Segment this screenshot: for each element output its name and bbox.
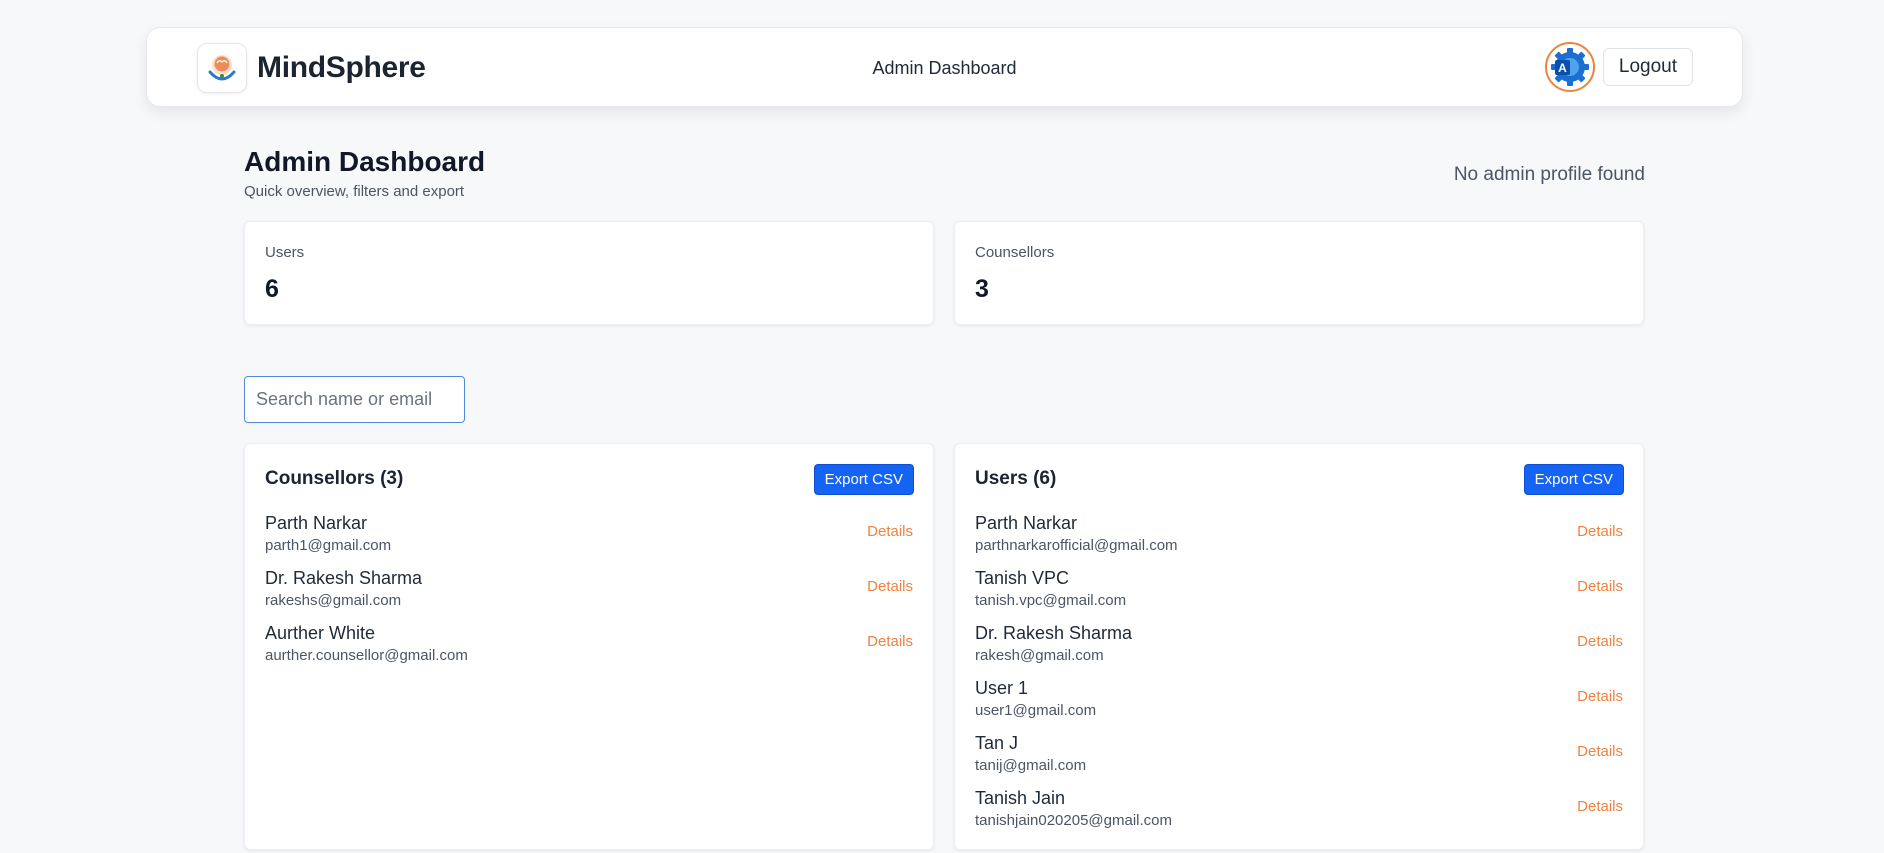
export-users-csv-button[interactable]: Export CSV — [1523, 464, 1624, 495]
details-link[interactable]: Details — [1577, 688, 1623, 705]
user-name: Tanish VPC — [975, 568, 1070, 588]
details-link[interactable]: Details — [867, 523, 913, 540]
user-name: User 1 — [975, 678, 1029, 698]
list-item: Tanish Jain tanishjain020205@gmail.com D… — [975, 788, 1623, 843]
page-title: Admin Dashboard — [244, 146, 486, 177]
navbar-actions: A Logout — [1544, 42, 1693, 92]
counsellor-name: Parth Narkar — [265, 513, 368, 533]
users-stat-label: Users — [265, 244, 305, 261]
user-email: tanish.vpc@gmail.com — [975, 592, 1127, 609]
user-email: user1@gmail.com — [975, 702, 1097, 719]
counsellors-stat-card: Counsellors 3 — [954, 221, 1644, 325]
counsellors-list: Parth Narkar parth1@gmail.com Details Dr… — [265, 513, 913, 678]
admin-profile-status: No admin profile found — [1453, 164, 1645, 185]
details-link[interactable]: Details — [1577, 523, 1623, 540]
counsellors-stat-label: Counsellors — [975, 244, 1055, 261]
details-link[interactable]: Details — [1577, 743, 1623, 760]
user-name: Tan J — [975, 733, 1019, 753]
list-item: User 1 user1@gmail.com Details — [975, 678, 1623, 733]
counsellor-name: Dr. Rakesh Sharma — [265, 568, 423, 588]
user-name: Parth Narkar — [975, 513, 1078, 533]
list-item: Tanish VPC tanish.vpc@gmail.com Details — [975, 568, 1623, 623]
users-list: Parth Narkar parthnarkarofficial@gmail.c… — [975, 513, 1623, 843]
admin-gear-avatar-icon: A — [1550, 48, 1589, 86]
top-navbar: MindSphere Admin Dashboard A Logout — [146, 27, 1743, 107]
navbar-title: Admin Dashboard — [872, 58, 1017, 78]
details-link[interactable]: Details — [1577, 578, 1623, 595]
details-link[interactable]: Details — [1577, 798, 1623, 815]
users-list-title: Users (6) — [975, 468, 1057, 489]
counsellor-email: rakeshs@gmail.com — [265, 592, 402, 609]
list-item: Aurther White aurther.counsellor@gmail.c… — [265, 623, 913, 678]
list-item: Tan J tanij@gmail.com Details — [975, 733, 1623, 788]
user-email: tanij@gmail.com — [975, 757, 1087, 774]
list-item: Parth Narkar parth1@gmail.com Details — [265, 513, 913, 568]
details-link[interactable]: Details — [867, 633, 913, 650]
counsellor-email: aurther.counsellor@gmail.com — [265, 647, 468, 664]
user-name: Tanish Jain — [975, 788, 1066, 808]
list-item: Dr. Rakesh Sharma rakeshs@gmail.com Deta… — [265, 568, 913, 623]
user-email: rakesh@gmail.com — [975, 647, 1104, 664]
user-email: parthnarkarofficial@gmail.com — [975, 537, 1178, 554]
users-list-card: Users (6) Export CSV Parth Narkar parthn… — [954, 443, 1644, 850]
users-stat-card: Users 6 — [244, 221, 934, 325]
page-subtitle: Quick overview, filters and export — [244, 183, 465, 200]
counsellors-list-title: Counsellors (3) — [265, 468, 404, 489]
counsellors-list-card: Counsellors (3) Export CSV Parth Narkar … — [244, 443, 934, 850]
export-counsellors-csv-button[interactable]: Export CSV — [813, 464, 914, 495]
details-link[interactable]: Details — [867, 578, 913, 595]
counsellor-name: Aurther White — [265, 623, 376, 643]
users-stat-value: 6 — [265, 275, 279, 303]
counsellor-email: parth1@gmail.com — [265, 537, 392, 554]
user-name: Dr. Rakesh Sharma — [975, 623, 1133, 643]
details-link[interactable]: Details — [1577, 633, 1623, 650]
search-input[interactable] — [244, 376, 465, 423]
admin-avatar[interactable]: A — [1544, 42, 1595, 92]
user-email: tanishjain020205@gmail.com — [975, 812, 1173, 829]
list-item: Dr. Rakesh Sharma rakesh@gmail.com Detai… — [975, 623, 1623, 678]
logout-button[interactable]: Logout — [1602, 48, 1693, 86]
counsellors-stat-value: 3 — [975, 275, 989, 303]
svg-text:A: A — [1558, 61, 1567, 75]
list-item: Parth Narkar parthnarkarofficial@gmail.c… — [975, 513, 1623, 568]
